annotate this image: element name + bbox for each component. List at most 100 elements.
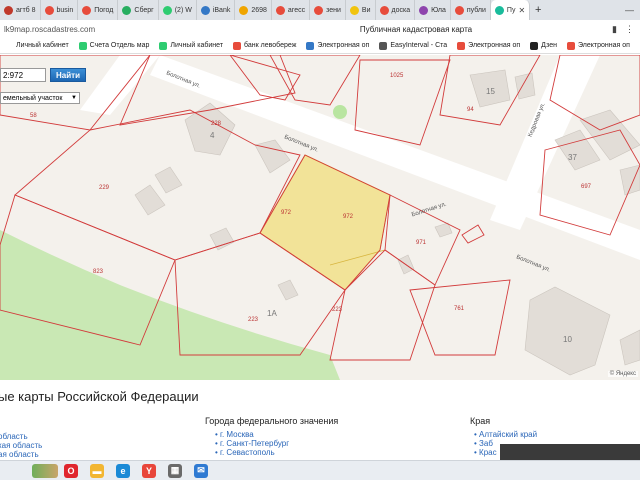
region-link[interactable]: ая область bbox=[0, 450, 42, 459]
browser-tab[interactable]: Сберг bbox=[118, 0, 159, 20]
parcel-label: 229 bbox=[99, 185, 110, 191]
tab-label: Ви bbox=[361, 6, 371, 14]
yandex-browser-icon[interactable]: Y bbox=[142, 463, 156, 478]
building-10 bbox=[524, 286, 611, 376]
federal-cities-title: Города федерального значения bbox=[205, 416, 339, 426]
browser-tab[interactable]: Пу ✕ bbox=[490, 0, 531, 20]
new-tab-button[interactable]: + bbox=[530, 4, 546, 16]
folder-icon[interactable]: ▬ bbox=[90, 463, 104, 478]
tab-label: зени bbox=[326, 6, 341, 14]
browser-tab[interactable]: Погод bbox=[78, 0, 119, 20]
tab-favicon-icon bbox=[44, 5, 54, 15]
opera-icon[interactable]: O bbox=[64, 463, 78, 478]
tab-label: публи bbox=[466, 6, 486, 14]
tab-favicon-icon bbox=[275, 5, 285, 15]
tab-label: 2698 bbox=[251, 6, 267, 14]
bookmark-label: EasyInterval - Ста bbox=[390, 42, 448, 49]
browser-tab[interactable]: публи bbox=[451, 0, 491, 20]
browser-tab[interactable]: доска bbox=[376, 0, 416, 20]
browser-tab-bar: агтб 8 busin Погод Сберг (2) W iBank 2698 агесс… bbox=[0, 0, 640, 20]
tab-favicon-icon bbox=[82, 5, 92, 15]
tab-label: доска bbox=[391, 6, 411, 14]
tab-favicon-icon bbox=[239, 5, 249, 15]
browser-tab[interactable]: агтб 8 bbox=[0, 0, 41, 20]
tab-favicon-icon bbox=[419, 5, 429, 15]
bookmark-label: банк левобереж bbox=[244, 42, 297, 49]
bookmark-item[interactable]: Электронная оп bbox=[452, 41, 525, 50]
bookmark-item[interactable]: Личный кабинет bbox=[154, 41, 228, 50]
bookmark-label: Дзен bbox=[541, 42, 557, 49]
tab-label: Погод bbox=[94, 6, 114, 14]
calculator-icon[interactable]: ▦ bbox=[168, 463, 182, 478]
region-link[interactable]: г. Москва bbox=[215, 430, 338, 439]
bookmark-label: Личный кабинет bbox=[170, 42, 224, 49]
bookmark-item[interactable]: EasyInterval - Ста bbox=[374, 41, 452, 50]
widgets-icon[interactable] bbox=[32, 463, 58, 478]
window-controls: — bbox=[619, 0, 640, 20]
bookmark-favicon-icon bbox=[233, 41, 242, 50]
tab-label: Сберг bbox=[134, 6, 154, 14]
bookmark-favicon-icon bbox=[5, 41, 13, 50]
taskbar: O ▬ e Y ▦ ✉ bbox=[0, 460, 640, 480]
mail-icon[interactable]: ✉ bbox=[194, 463, 208, 478]
tab-label: Юла bbox=[431, 6, 446, 14]
bookmark-label: Электронная оп bbox=[317, 42, 370, 49]
tab-favicon-icon bbox=[454, 5, 464, 15]
federal-cities-column: Города федерального значения г. Москваг.… bbox=[205, 416, 338, 457]
region-link[interactable]: Алтайский край bbox=[474, 430, 537, 439]
object-type-select[interactable]: емельный участок ▼ bbox=[0, 92, 80, 104]
region-link[interactable]: г. Санкт-Петербург bbox=[215, 439, 338, 448]
tab-favicon-icon bbox=[122, 5, 132, 15]
address-bar[interactable]: lk9map.roscadastres.com bbox=[0, 25, 220, 34]
bookmark-label: Электронная оп bbox=[468, 42, 521, 49]
tab-favicon-icon bbox=[4, 5, 13, 15]
browser-tab[interactable]: busin bbox=[41, 0, 79, 20]
minimize-icon[interactable]: — bbox=[625, 5, 634, 15]
parcel-north2 bbox=[269, 55, 361, 106]
region-link[interactable]: г. Севастополь bbox=[215, 448, 338, 457]
edge-icon[interactable]: e bbox=[116, 463, 130, 478]
parcel-761 bbox=[409, 279, 511, 356]
browser-tab[interactable]: Ви bbox=[346, 0, 376, 20]
tab-favicon-icon bbox=[200, 5, 210, 15]
region-link[interactable]: область bbox=[0, 432, 42, 441]
close-tab-icon[interactable]: ✕ bbox=[518, 6, 525, 15]
search-button[interactable]: Найти bbox=[50, 68, 86, 82]
regions-column: область кая область ая область bbox=[0, 432, 42, 459]
bookmark-favicon-icon bbox=[567, 41, 575, 50]
browser-tab[interactable]: агесс bbox=[272, 0, 311, 20]
browser-tab[interactable]: Юла bbox=[415, 0, 451, 20]
cadastral-map[interactable]: 972 972 971 229 823 223 223 761 1025 94 … bbox=[0, 55, 640, 380]
parcel-label: 228 bbox=[211, 121, 222, 127]
section-heading: ые карты Российской Федерации bbox=[0, 389, 199, 404]
parcel-label: 823 bbox=[93, 269, 104, 275]
bookmark-item[interactable]: банк левобереж bbox=[228, 41, 301, 50]
tab-favicon-icon bbox=[379, 5, 389, 15]
browser-tab[interactable]: iBank bbox=[197, 0, 236, 20]
tab-label: агесс bbox=[287, 6, 306, 14]
more-menu-icon[interactable]: ⋮ bbox=[625, 24, 634, 35]
building-number: 10 bbox=[563, 335, 572, 344]
browser-tab[interactable]: зени bbox=[310, 0, 346, 20]
parcel-label: 223 bbox=[248, 317, 259, 323]
bookmark-item[interactable]: Личный кабинет bbox=[0, 41, 74, 50]
bookmark-item[interactable]: Счета Отдель мар bbox=[74, 41, 155, 50]
tab-favicon-icon bbox=[494, 5, 504, 15]
building bbox=[277, 279, 299, 301]
parcel-label: 58 bbox=[30, 113, 37, 119]
cadastral-number-input[interactable] bbox=[0, 68, 46, 82]
bookmark-item[interactable]: Дзен bbox=[525, 41, 562, 50]
page-content: ые карты Российской Федерации область кая… bbox=[0, 380, 640, 460]
browser-tab[interactable]: (2) W bbox=[159, 0, 197, 20]
building-number: 4 bbox=[210, 131, 215, 140]
browser-tab[interactable]: 2698 bbox=[235, 0, 272, 20]
bookmark-favicon-icon bbox=[306, 41, 315, 50]
building bbox=[209, 227, 235, 251]
bookmark-icon[interactable]: ▮ bbox=[612, 24, 617, 35]
bookmark-item[interactable]: Электронная оп bbox=[301, 41, 374, 50]
bookmark-favicon-icon bbox=[78, 41, 87, 50]
bookmark-label: Электронная оп bbox=[578, 42, 630, 49]
bookmark-item[interactable]: Электронная оп bbox=[562, 41, 635, 50]
krai-title: Края bbox=[470, 416, 491, 426]
region-link[interactable]: кая область bbox=[0, 441, 42, 450]
